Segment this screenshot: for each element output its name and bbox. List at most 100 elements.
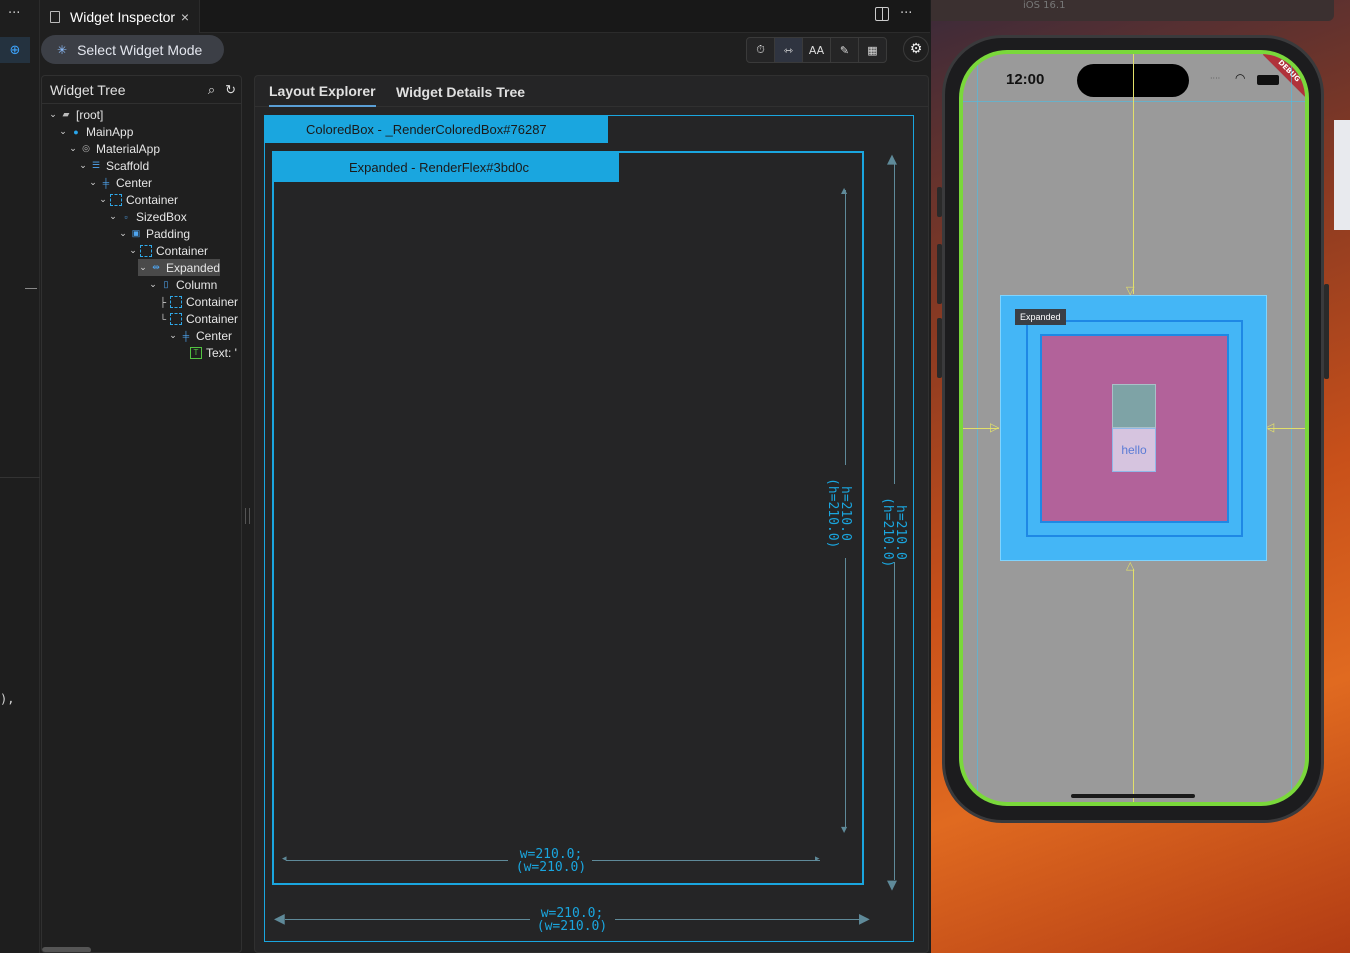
colored-box-label[interactable]: ColoredBox - _RenderColoredBox#76287 — [265, 116, 608, 143]
tree-node-column[interactable]: ⌄ ▯ Column — [148, 276, 217, 293]
tree-node-label: Text: ' — [206, 345, 237, 360]
container-blue[interactable]: hello Expanded — [1000, 295, 1267, 561]
tree-node-expanded[interactable]: ⌄ ⇹ Expanded — [138, 259, 221, 276]
container-icon — [170, 312, 182, 325]
tree-node-scaffold[interactable]: ⌄ ☰ Scaffold — [78, 157, 149, 174]
widget-tree-header: Widget Tree ⌕ ↻ — [42, 76, 241, 104]
tree-node-container[interactable]: └ Container — [158, 310, 238, 327]
debug-toggle-group: ⏱ ⇿ AA ✎ ▦ — [746, 37, 887, 63]
chevron-down-icon[interactable]: └ — [158, 314, 168, 324]
baselines-icon[interactable]: AA — [803, 38, 831, 62]
status-time: 12:00 — [1006, 71, 1045, 88]
app-icon: ● — [73, 126, 79, 137]
more-icon[interactable]: ··· — [900, 6, 912, 21]
wifi-icon: ◠ — [1235, 71, 1246, 85]
select-widget-mode-button[interactable]: ✳ Select Widget Mode — [41, 35, 224, 64]
tree-node-sizedbox[interactable]: ⌄ ▫ SizedBox — [108, 208, 187, 225]
center-icon: ╪ — [102, 177, 110, 188]
phone-screen[interactable]: 12:00 ···· ◠ DEBUG ▽ △ ▷ ◁ hello Expande… — [959, 50, 1309, 806]
chevron-down-icon[interactable]: ⌄ — [88, 177, 98, 188]
center-icon: ╪ — [182, 330, 190, 341]
chevron-down-icon[interactable]: ⌄ — [58, 126, 68, 137]
tree-node-label: Scaffold — [106, 158, 150, 173]
tab-layout-explorer[interactable]: Layout Explorer — [269, 76, 376, 107]
expanded-highlight[interactable]: hello — [1026, 320, 1243, 537]
tree-node-materialapp[interactable]: ⌄ ◎ MaterialApp — [68, 140, 160, 157]
cellular-icon: ···· — [1210, 74, 1221, 83]
chevron-down-icon[interactable]: ├ — [158, 297, 168, 307]
container-icon — [110, 193, 122, 206]
refresh-icon[interactable]: ↻ — [225, 82, 236, 98]
close-icon[interactable]: × — [181, 9, 189, 25]
tree-node-container[interactable]: ⌄ Container — [128, 242, 208, 259]
inner-height-line-bottom — [845, 558, 846, 828]
inner-width-line-right — [592, 860, 820, 861]
guide-line-bottom — [1133, 569, 1134, 802]
container-grey[interactable] — [1112, 384, 1156, 428]
widget-tree-panel: Widget Tree ⌕ ↻ ⌄ ▰ [root] ⌄ ● MainApp ⌄ ◎ Mater… — [41, 75, 242, 953]
tree-node-root[interactable]: ⌄ ▰ [root] — [48, 106, 103, 123]
power-button — [1324, 284, 1329, 379]
tab-widget-details-tree[interactable]: Widget Details Tree — [396, 76, 525, 107]
inner-height-label: h=210.0 (h=210.0) — [822, 473, 853, 553]
chevron-down-icon[interactable]: ⌄ — [98, 194, 108, 205]
arrow-down-icon: ▼ — [887, 878, 897, 893]
outer-width-label: w=210.0; (w=210.0) — [531, 907, 613, 933]
inner-height-value: h=210.0 — [838, 485, 853, 541]
arrow-down-icon: ▼ — [841, 825, 848, 834]
column-icon: ▯ — [163, 279, 169, 289]
expanded-label[interactable]: Expanded - RenderFlex#3bd0c — [274, 153, 619, 182]
tab-title: Widget Inspector — [70, 8, 176, 25]
guide-line-top — [1133, 54, 1134, 294]
safe-area-guide — [977, 54, 978, 802]
tree-node-container[interactable]: ⌄ Container — [98, 191, 178, 208]
tree-node-label: SizedBox — [136, 209, 187, 224]
tree-node-label: Padding — [146, 226, 191, 241]
tree-node-mainapp[interactable]: ⌄ ● MainApp — [58, 123, 133, 140]
sizedbox-icon: ▫ — [124, 211, 128, 222]
search-icon[interactable]: ⌕ — [208, 82, 215, 98]
performance-overlay-icon[interactable]: ⏱ — [747, 38, 775, 62]
colored-box-outline[interactable]: ColoredBox - _RenderColoredBox#76287 Exp… — [264, 115, 914, 942]
split-editor-icon[interactable] — [875, 7, 889, 21]
invert-images-icon[interactable]: ▦ — [859, 38, 886, 62]
tree-node-center[interactable]: ⌄ ╪ Center — [88, 174, 152, 191]
tree-node-center[interactable]: ⌄ ╪ Center — [168, 327, 232, 344]
panel-resize-handle[interactable] — [245, 508, 250, 524]
outer-width-line-right — [615, 919, 863, 920]
volume-button — [937, 187, 942, 217]
expanded-outline[interactable]: Expanded - RenderFlex#3bd0c ▲ h=210.0 (h=… — [272, 151, 864, 885]
editor-code-snippet: ), — [0, 692, 15, 706]
inspector-icon[interactable]: ⊕ — [0, 37, 30, 63]
chevron-down-icon[interactable]: ⌄ — [118, 228, 128, 239]
repaint-rainbow-icon[interactable]: ✎ — [831, 38, 859, 62]
tree-node-container[interactable]: ├ Container — [158, 293, 238, 310]
arrow-left-icon: ◀ — [274, 911, 285, 927]
editor-gutter: ··· ⊕ ), — [0, 0, 40, 953]
chevron-down-icon[interactable]: ⌄ — [108, 211, 118, 222]
container-pink[interactable]: hello — [1040, 334, 1229, 523]
chevron-down-icon[interactable]: ⌄ — [148, 279, 158, 290]
text-icon: T — [190, 346, 202, 359]
layout-explorer-panel: Layout Explorer Widget Details Tree Colo… — [254, 75, 929, 953]
guidelines-icon[interactable]: ⇿ — [775, 38, 803, 62]
tree-node-label: Container — [186, 294, 239, 309]
chevron-down-icon[interactable]: ⌄ — [168, 330, 178, 341]
tree-node-text[interactable]: T Text: ' — [178, 344, 237, 361]
tab-bar: Widget Inspector × ··· — [40, 0, 930, 33]
tree-node-padding[interactable]: ⌄ ▣ Padding — [118, 225, 190, 242]
tab-widget-inspector[interactable]: Widget Inspector × — [40, 0, 200, 33]
settings-gear-icon[interactable]: ⚙ — [903, 36, 929, 62]
chevron-down-icon[interactable]: ⌄ — [128, 245, 138, 256]
tree-node-label: [root] — [76, 107, 104, 122]
chevron-down-icon[interactable]: ⌄ — [48, 109, 58, 120]
outer-height-line-top — [894, 164, 895, 484]
chevron-down-icon[interactable]: ⌄ — [138, 262, 148, 273]
chevron-down-icon[interactable]: ⌄ — [68, 143, 78, 154]
horizontal-scrollbar[interactable] — [42, 947, 91, 952]
menu-icon[interactable]: ··· — [8, 6, 20, 21]
hello-text[interactable]: hello — [1112, 428, 1156, 472]
tree-node-label: Expanded — [166, 260, 221, 275]
chevron-down-icon[interactable]: ⌄ — [78, 160, 88, 171]
inner-width-actual: (w=210.0) — [515, 860, 587, 875]
